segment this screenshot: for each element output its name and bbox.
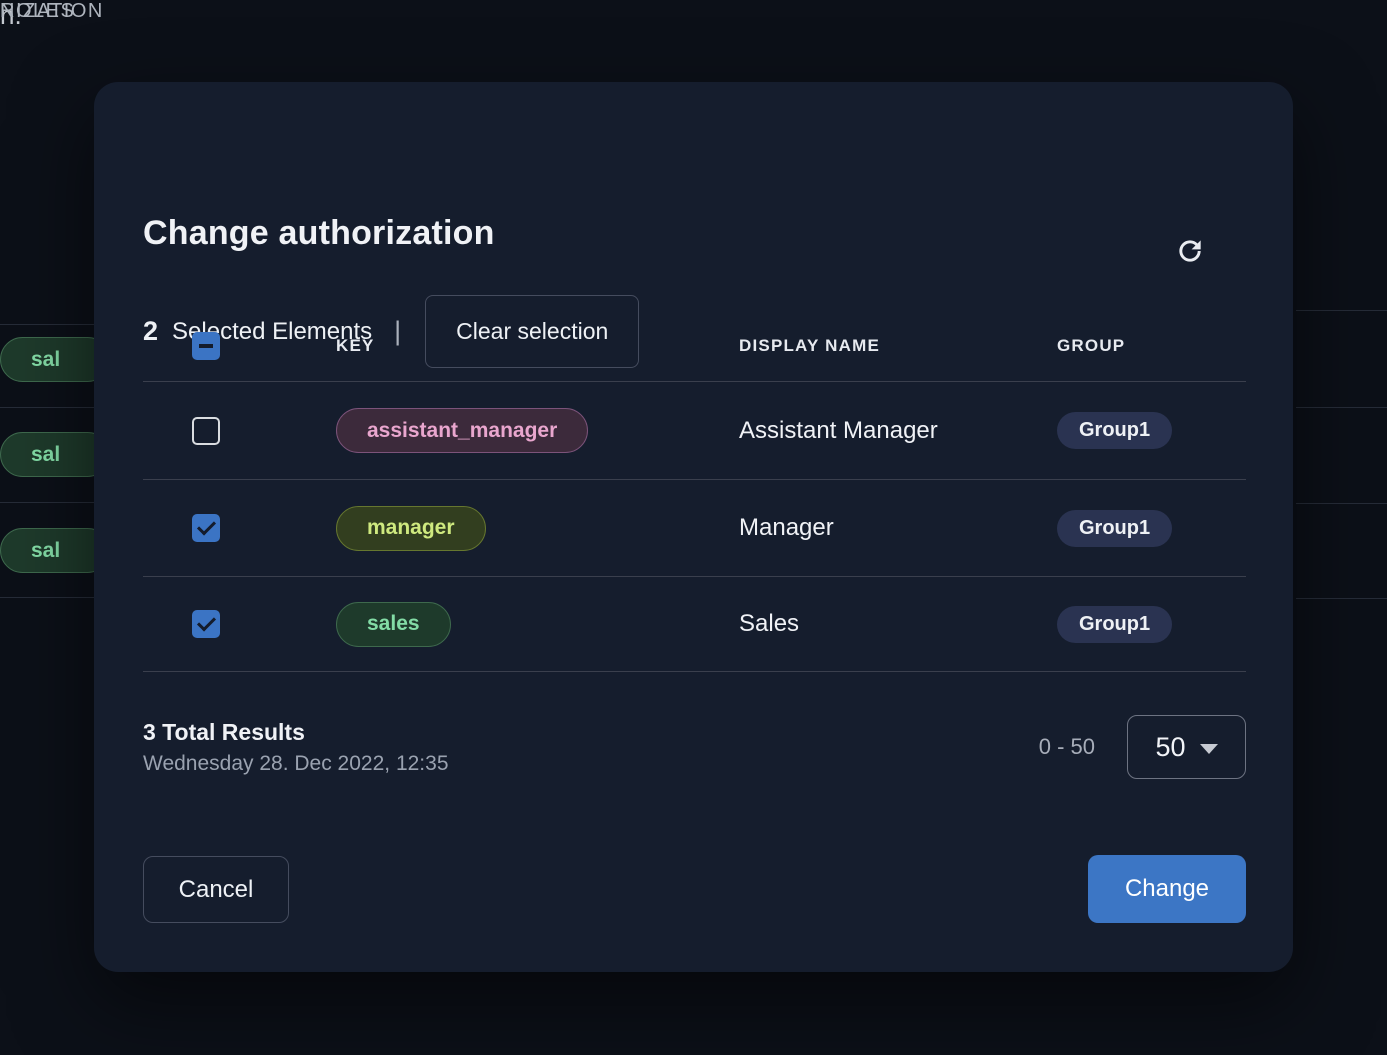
background-divider bbox=[0, 597, 94, 598]
column-header-key: KEY bbox=[336, 310, 375, 381]
background-divider bbox=[1296, 310, 1387, 311]
table-header-row: KEY DISPLAY NAME GROUP bbox=[143, 310, 1246, 382]
page-size-dropdown[interactable]: 50 bbox=[1127, 715, 1246, 779]
caret-down-icon bbox=[1200, 744, 1218, 754]
display-name-cell: Manager bbox=[739, 480, 834, 576]
background-divider bbox=[1296, 407, 1387, 408]
change-button[interactable]: Change bbox=[1088, 855, 1246, 923]
key-pill: assistant_manager bbox=[336, 408, 588, 453]
row-checkbox[interactable] bbox=[192, 610, 220, 638]
cancel-button[interactable]: Cancel bbox=[143, 856, 289, 923]
column-header-group: GROUP bbox=[1057, 310, 1125, 381]
column-header-display-name: DISPLAY NAME bbox=[739, 310, 880, 381]
group-badge: Group1 bbox=[1057, 510, 1172, 547]
results-timestamp: Wednesday 28. Dec 2022, 12:35 bbox=[143, 752, 449, 776]
change-authorization-dialog: Change authorization 2 Selected Elements… bbox=[94, 82, 1293, 972]
background-divider bbox=[0, 407, 94, 408]
page-range-label: 0 - 50 bbox=[1039, 734, 1095, 760]
background-divider bbox=[0, 502, 94, 503]
background-divider bbox=[1296, 503, 1387, 504]
page-size-value: 50 bbox=[1155, 732, 1185, 763]
table-row: assistant_manager Assistant Manager Grou… bbox=[143, 382, 1246, 480]
background-divider bbox=[0, 324, 94, 325]
refresh-button[interactable] bbox=[1173, 235, 1207, 269]
background-column-header-roles: ROLES bbox=[0, 0, 75, 23]
row-checkbox[interactable] bbox=[192, 417, 220, 445]
select-all-checkbox[interactable] bbox=[192, 332, 220, 360]
key-pill: manager bbox=[336, 506, 486, 551]
total-results-label: 3 Total Results bbox=[143, 719, 449, 746]
row-checkbox[interactable] bbox=[192, 514, 220, 542]
table-row: manager Manager Group1 bbox=[143, 480, 1246, 577]
group-badge: Group1 bbox=[1057, 412, 1172, 449]
table-row: sales Sales Group1 bbox=[143, 577, 1246, 672]
pagination: 0 - 50 50 bbox=[1039, 715, 1246, 779]
background-divider bbox=[1296, 598, 1387, 599]
key-pill: sales bbox=[336, 602, 451, 647]
refresh-icon bbox=[1174, 255, 1206, 270]
results-summary: 3 Total Results Wednesday 28. Dec 2022, … bbox=[143, 719, 449, 776]
display-name-cell: Assistant Manager bbox=[739, 382, 938, 479]
group-badge: Group1 bbox=[1057, 606, 1172, 643]
dialog-title: Change authorization bbox=[143, 214, 495, 253]
display-name-cell: Sales bbox=[739, 577, 799, 671]
